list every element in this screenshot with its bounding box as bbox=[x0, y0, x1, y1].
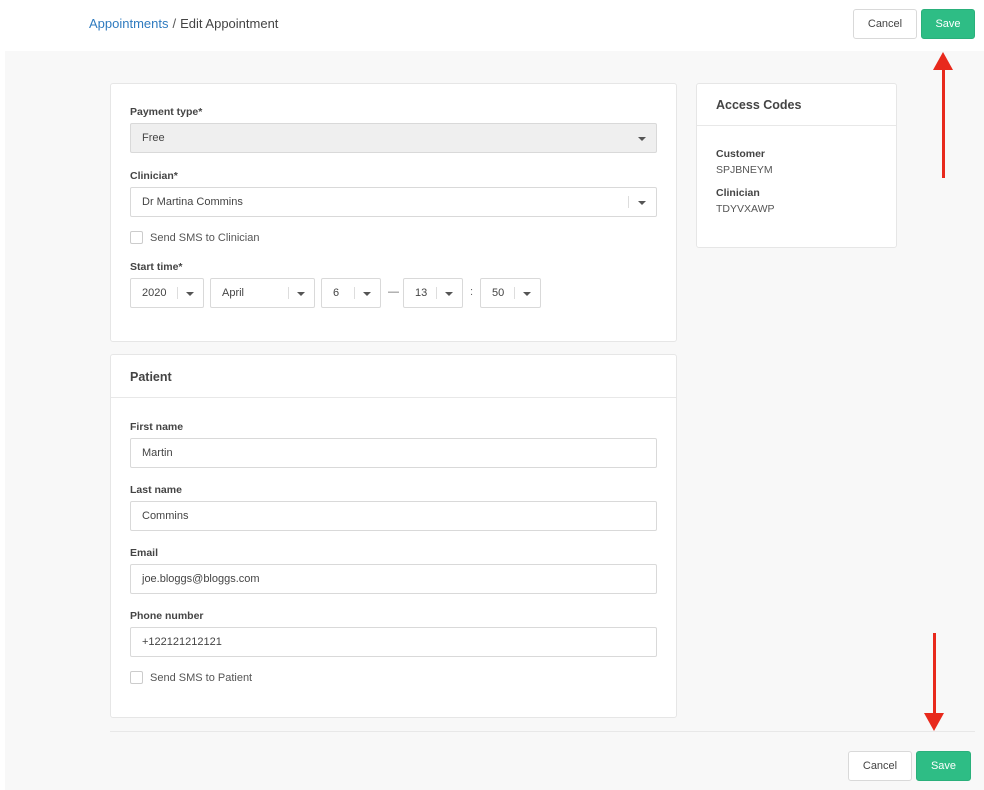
day-select[interactable]: 6 bbox=[321, 278, 381, 308]
select-separator bbox=[354, 287, 355, 299]
send-sms-clinician-label: Send SMS to Clinician bbox=[150, 232, 260, 244]
content-area: Payment type* Free Clinician* Dr Martina… bbox=[5, 51, 984, 790]
chevron-down-icon bbox=[638, 137, 646, 141]
minute-value: 50 bbox=[492, 287, 505, 299]
divider bbox=[697, 125, 896, 126]
year-value: 2020 bbox=[142, 287, 167, 299]
customer-code-value: SPJBNEYM bbox=[716, 164, 773, 176]
start-time-label: Start time* bbox=[130, 261, 183, 273]
day-value: 6 bbox=[333, 287, 340, 299]
hour-select[interactable]: 13 bbox=[403, 278, 463, 308]
chevron-down-icon bbox=[445, 292, 453, 296]
access-codes-card: Access Codes Customer SPJBNEYM Clinician… bbox=[696, 83, 897, 248]
clinician-code-value: TDYVXAWP bbox=[716, 203, 775, 215]
annotation-arrow-line bbox=[942, 68, 945, 178]
header-cancel-button[interactable]: Cancel bbox=[853, 9, 917, 39]
year-select[interactable]: 2020 bbox=[130, 278, 204, 308]
select-separator bbox=[436, 287, 437, 299]
last-name-label: Last name bbox=[130, 484, 182, 496]
minute-select[interactable]: 50 bbox=[480, 278, 541, 308]
first-name-label: First name bbox=[130, 421, 184, 433]
email-input[interactable]: joe.bloggs@bloggs.com bbox=[130, 564, 657, 594]
date-time-separator: — bbox=[388, 286, 399, 298]
send-sms-patient-label: Send SMS to Patient bbox=[150, 672, 253, 684]
select-separator bbox=[514, 287, 515, 299]
phone-label: Phone number bbox=[130, 610, 204, 622]
annotation-arrow-line bbox=[933, 633, 936, 715]
select-separator bbox=[628, 196, 629, 208]
send-sms-clinician-checkbox[interactable] bbox=[130, 231, 143, 244]
customer-code-label: Customer bbox=[716, 148, 766, 160]
select-separator bbox=[177, 287, 178, 299]
month-select[interactable]: April bbox=[210, 278, 315, 308]
access-codes-title: Access Codes bbox=[716, 98, 802, 112]
footer-divider bbox=[110, 731, 975, 732]
hour-value: 13 bbox=[415, 287, 428, 299]
footer-save-button[interactable]: Save bbox=[916, 751, 971, 781]
top-bar: Appointments / Edit Appointment Cancel Sav… bbox=[0, 0, 984, 50]
clinician-value: Dr Martina Commins bbox=[142, 196, 243, 208]
annotation-arrow-down-icon bbox=[924, 713, 944, 731]
last-name-input[interactable]: Commins bbox=[130, 501, 657, 531]
patient-title: Patient bbox=[130, 370, 172, 384]
page-title: Edit Appointment bbox=[180, 16, 279, 31]
breadcrumb: Appointments / Edit Appointment bbox=[89, 16, 278, 32]
select-separator bbox=[288, 287, 289, 299]
patient-card: Patient First name Martin Last name Comm… bbox=[110, 354, 677, 718]
payment-type-value: Free bbox=[142, 132, 165, 144]
chevron-down-icon bbox=[638, 201, 646, 205]
chevron-down-icon bbox=[523, 292, 531, 296]
header-save-button[interactable]: Save bbox=[921, 9, 975, 39]
chevron-down-icon bbox=[363, 292, 371, 296]
chevron-down-icon bbox=[186, 292, 194, 296]
clinician-code-label: Clinician bbox=[716, 187, 760, 199]
email-label: Email bbox=[130, 547, 159, 559]
clinician-select[interactable]: Dr Martina Commins bbox=[130, 187, 657, 217]
first-name-input[interactable]: Martin bbox=[130, 438, 657, 468]
footer-cancel-button[interactable]: Cancel bbox=[848, 751, 912, 781]
phone-input[interactable]: +122121212121 bbox=[130, 627, 657, 657]
divider bbox=[111, 397, 676, 398]
clinician-label: Clinician* bbox=[130, 170, 178, 182]
month-value: April bbox=[222, 287, 245, 299]
breadcrumb-separator: / bbox=[172, 16, 177, 31]
chevron-down-icon bbox=[297, 292, 305, 296]
breadcrumb-appointments-link[interactable]: Appointments bbox=[89, 16, 169, 31]
appointment-card: Payment type* Free Clinician* Dr Martina… bbox=[110, 83, 677, 342]
payment-type-label: Payment type* bbox=[130, 106, 203, 118]
time-colon: : bbox=[470, 286, 474, 298]
send-sms-patient-checkbox[interactable] bbox=[130, 671, 143, 684]
payment-type-select[interactable]: Free bbox=[130, 123, 657, 153]
